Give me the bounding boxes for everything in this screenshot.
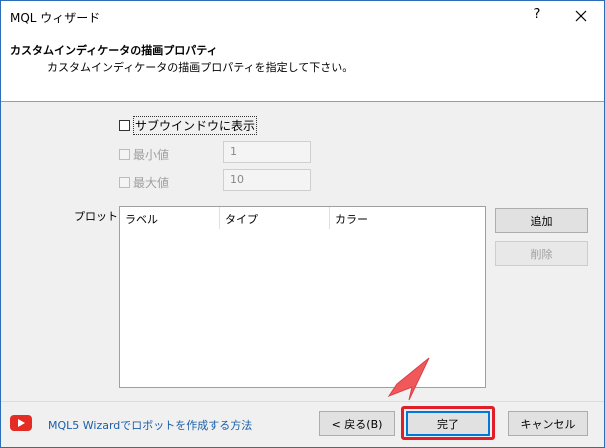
help-link[interactable]: MQL5 Wizardでロボットを作成する方法: [48, 417, 252, 433]
youtube-icon[interactable]: [10, 415, 32, 431]
max-checkbox[interactable]: 最大値: [119, 174, 169, 191]
close-button[interactable]: [563, 3, 599, 29]
subwindow-label: サブウインドウに表示: [133, 116, 258, 135]
column-header-type[interactable]: タイプ: [220, 207, 330, 229]
checkbox-box[interactable]: [119, 120, 130, 131]
plots-list-header: ラベル タイプ カラー: [120, 207, 485, 229]
max-label: 最大値: [133, 176, 170, 190]
max-value-field[interactable]: 10: [223, 169, 311, 191]
page-title: カスタムインディケータの描画プロパティ: [10, 44, 218, 57]
wizard-window: MQL ウィザード ? カスタムインディケータの描画プロパティ カスタムインディ…: [0, 0, 605, 448]
wizard-header: カスタムインディケータの描画プロパティ カスタムインディケータの描画プロパティを…: [1, 31, 604, 102]
window-title: MQL ウィザード: [10, 11, 101, 25]
title-bar: MQL ウィザード ?: [1, 1, 604, 31]
help-button[interactable]: ?: [522, 7, 552, 25]
page-subtitle: カスタムインディケータの描画プロパティを指定して下さい。: [47, 61, 354, 74]
footer-divider: [1, 401, 604, 402]
cancel-button[interactable]: キャンセル: [508, 411, 588, 436]
checkbox-box[interactable]: [119, 177, 130, 188]
delete-button[interactable]: 削除: [495, 241, 588, 266]
min-label: 最小値: [133, 148, 170, 162]
min-checkbox[interactable]: 最小値: [119, 146, 169, 163]
min-value-field[interactable]: 1: [223, 141, 311, 163]
pointer-arrow-icon: [387, 357, 430, 401]
add-button[interactable]: 追加: [495, 208, 588, 233]
checkbox-box[interactable]: [119, 149, 130, 160]
close-icon: [575, 10, 587, 22]
column-header-label[interactable]: ラベル: [120, 207, 220, 229]
subwindow-checkbox[interactable]: サブウインドウに表示: [119, 116, 258, 135]
column-header-color[interactable]: カラー: [330, 207, 485, 229]
plots-label: プロット:: [74, 210, 122, 223]
